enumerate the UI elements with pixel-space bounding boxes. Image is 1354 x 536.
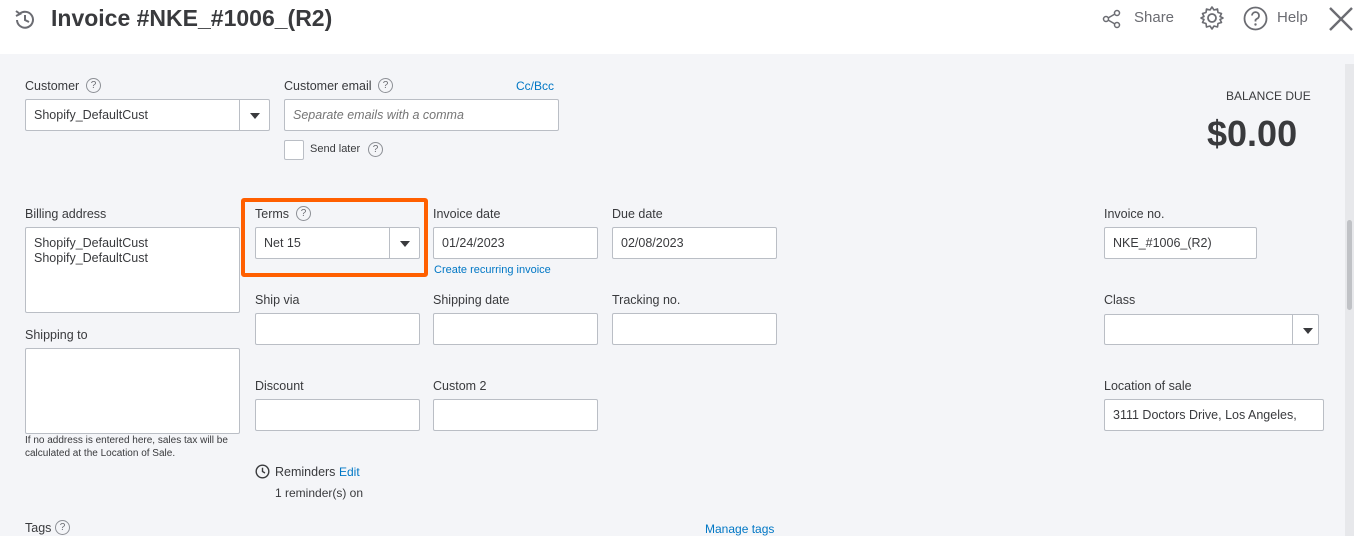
class-dropdown-arrow-icon[interactable] <box>1292 315 1318 344</box>
customer-email-help-icon[interactable]: ? <box>378 78 393 93</box>
help-button[interactable]: Help <box>1277 9 1308 26</box>
share-button[interactable]: Share <box>1134 9 1174 26</box>
customer-dropdown-arrow-icon[interactable] <box>239 100 269 130</box>
balance-due-label: BALANCE DUE <box>1226 89 1311 103</box>
close-icon[interactable] <box>1328 6 1354 32</box>
customer-email-input[interactable] <box>284 99 559 131</box>
billing-address-textarea[interactable]: Shopify_DefaultCust Shopify_DefaultCust <box>25 227 240 313</box>
send-later-label: Send later <box>310 143 361 155</box>
custom2-label: Custom 2 <box>433 379 487 393</box>
clock-icon <box>255 464 270 479</box>
page-header: Invoice #NKE_#1006_(R2) Share Help <box>0 0 1354 54</box>
balance-due-amount: $0.00 <box>1207 113 1298 154</box>
page-title: Invoice #NKE_#1006_(R2) <box>51 5 333 31</box>
invoice-date-input[interactable]: 01/24/2023 <box>433 227 598 259</box>
invoice-date-label: Invoice date <box>433 207 501 221</box>
customer-value: Shopify_DefaultCust <box>34 108 148 122</box>
location-of-sale-value: 3111 Doctors Drive, Los Angeles, <box>1113 408 1297 422</box>
shipping-to-label: Shipping to <box>25 328 88 342</box>
invoice-no-input[interactable]: NKE_#1006_(R2) <box>1104 227 1257 259</box>
billing-address-label: Billing address <box>25 207 107 221</box>
ship-via-label: Ship via <box>255 293 300 307</box>
shipping-to-textarea[interactable] <box>25 348 240 434</box>
billing-address-line1: Shopify_DefaultCust <box>34 236 148 250</box>
class-label: Class <box>1104 293 1136 307</box>
customer-label: Customer <box>25 79 80 93</box>
reminders-label: Reminders <box>275 465 336 479</box>
recent-transactions-icon[interactable] <box>12 7 38 33</box>
send-later-help-icon[interactable]: ? <box>368 142 383 157</box>
due-date-label: Due date <box>612 207 663 221</box>
gear-icon[interactable] <box>1199 5 1225 31</box>
help-icon[interactable] <box>1243 6 1268 31</box>
manage-tags-link[interactable]: Manage tags <box>705 522 774 536</box>
custom2-input[interactable] <box>433 399 598 431</box>
shipping-date-input[interactable] <box>433 313 598 345</box>
discount-input[interactable] <box>255 399 420 431</box>
due-date-value: 02/08/2023 <box>621 236 684 250</box>
send-later-checkbox[interactable] <box>284 140 304 160</box>
location-of-sale-input[interactable]: 3111 Doctors Drive, Los Angeles, <box>1104 399 1324 431</box>
invoice-no-value: NKE_#1006_(R2) <box>1113 236 1212 250</box>
customer-email-label: Customer email <box>284 79 372 93</box>
customer-help-icon[interactable]: ? <box>86 78 101 93</box>
location-of-sale-label: Location of sale <box>1104 379 1192 393</box>
invoice-date-value: 01/24/2023 <box>442 236 505 250</box>
discount-label: Discount <box>255 379 304 393</box>
reminders-edit-link[interactable]: Edit <box>339 465 360 479</box>
shipping-tax-note: If no address is entered here, sales tax… <box>25 435 228 459</box>
tags-help-icon[interactable]: ? <box>55 520 70 535</box>
tracking-no-label: Tracking no. <box>612 293 681 307</box>
billing-address-line2: Shopify_DefaultCust <box>34 251 148 265</box>
terms-highlight-box <box>241 198 428 277</box>
scrollbar-thumb[interactable] <box>1347 220 1352 310</box>
tracking-no-input[interactable] <box>612 313 777 345</box>
tags-label: Tags <box>25 521 52 535</box>
shipping-date-label: Shipping date <box>433 293 510 307</box>
due-date-input[interactable]: 02/08/2023 <box>612 227 777 259</box>
ship-via-input[interactable] <box>255 313 420 345</box>
class-select[interactable] <box>1104 314 1319 345</box>
reminders-status: 1 reminder(s) on <box>275 486 364 500</box>
ccbcc-link[interactable]: Cc/Bcc <box>516 79 554 93</box>
share-icon[interactable] <box>1102 9 1122 29</box>
customer-select[interactable]: Shopify_DefaultCust <box>25 99 270 131</box>
create-recurring-invoice-link[interactable]: Create recurring invoice <box>434 264 551 276</box>
invoice-no-label: Invoice no. <box>1104 207 1165 221</box>
